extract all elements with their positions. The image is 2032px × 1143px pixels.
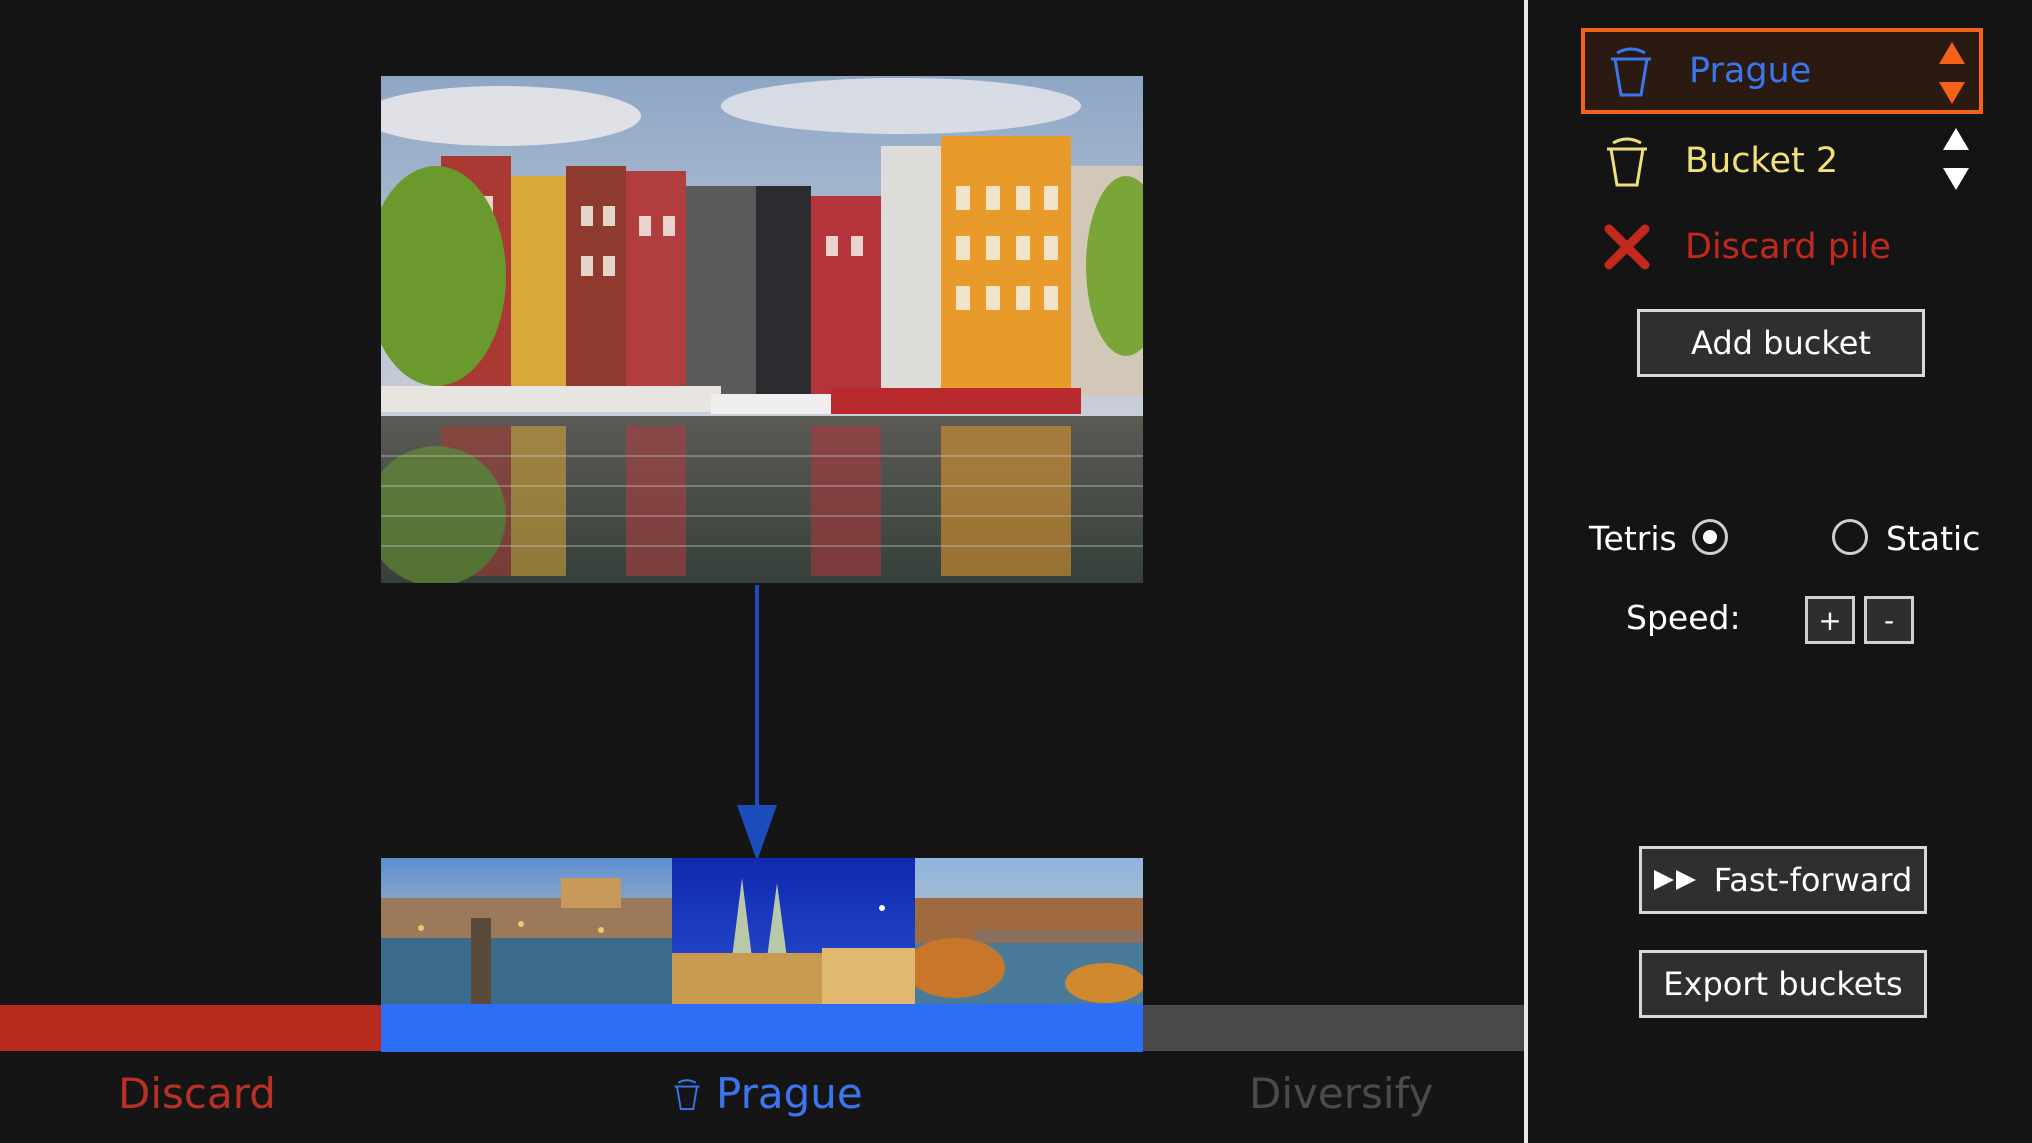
fast-forward-button[interactable]: Fast-forward	[1639, 846, 1927, 914]
thumbnail-prague-night[interactable]	[672, 858, 915, 1004]
current-image[interactable]	[381, 76, 1143, 583]
speed-increase-button[interactable]: +	[1805, 596, 1855, 644]
fast-forward-icon	[1653, 870, 1696, 890]
mode-tetris-radio[interactable]	[1692, 519, 1728, 555]
export-buckets-button[interactable]: Export buckets	[1639, 950, 1927, 1018]
add-bucket-button[interactable]: Add bucket	[1637, 309, 1925, 377]
thumbnail-image	[915, 858, 1143, 1004]
bucket-row-prague[interactable]: Prague	[1581, 28, 1983, 114]
drop-direction-arrow	[737, 585, 777, 861]
discard-drop-zone[interactable]	[0, 1005, 381, 1051]
thumbnail-prague-river[interactable]	[915, 858, 1143, 1004]
bucket-icon	[1611, 47, 1651, 97]
thumbnail-image	[381, 858, 672, 1004]
move-down-icon[interactable]	[1943, 168, 1969, 190]
discard-zone-label: Discard	[118, 1069, 276, 1118]
diversify-zone-label: Diversify	[1249, 1069, 1434, 1118]
bucket-row-discard-pile[interactable]: Discard pile	[1581, 204, 1983, 290]
mode-static-radio[interactable]	[1832, 519, 1868, 555]
fast-forward-label: Fast-forward	[1713, 861, 1913, 899]
prague-drop-zone[interactable]	[381, 1004, 1143, 1052]
reorder-arrows	[1943, 128, 1969, 190]
bucket-label: Discard pile	[1685, 227, 1891, 267]
close-icon	[1604, 224, 1650, 270]
bucket-icon	[1607, 137, 1647, 187]
speed-decrease-button[interactable]: -	[1864, 596, 1914, 644]
bucket-label: Bucket 2	[1685, 141, 1839, 181]
move-down-icon[interactable]	[1939, 82, 1965, 104]
move-up-icon[interactable]	[1943, 128, 1969, 150]
bucket-row-bucket-2[interactable]: Bucket 2	[1581, 118, 1983, 204]
bucket-label: Prague	[1689, 51, 1812, 91]
bucket-icon	[674, 1079, 700, 1110]
thumbnail-prague-bridge[interactable]	[381, 858, 672, 1004]
prague-zone-label-text: Prague	[716, 1069, 863, 1118]
thumbnail-image	[672, 858, 915, 1004]
mode-static-label: Static	[1886, 519, 1981, 558]
move-up-icon[interactable]	[1939, 42, 1965, 64]
mode-tetris-label: Tetris	[1589, 519, 1677, 558]
diversify-drop-zone[interactable]	[1143, 1005, 1524, 1051]
canal-houses-photo	[381, 76, 1143, 583]
prague-zone-label: Prague	[672, 1068, 863, 1120]
sort-canvas: Discard Prague Diversify	[0, 0, 1524, 1143]
speed-label: Speed:	[1626, 598, 1741, 637]
reorder-arrows	[1939, 42, 1965, 104]
